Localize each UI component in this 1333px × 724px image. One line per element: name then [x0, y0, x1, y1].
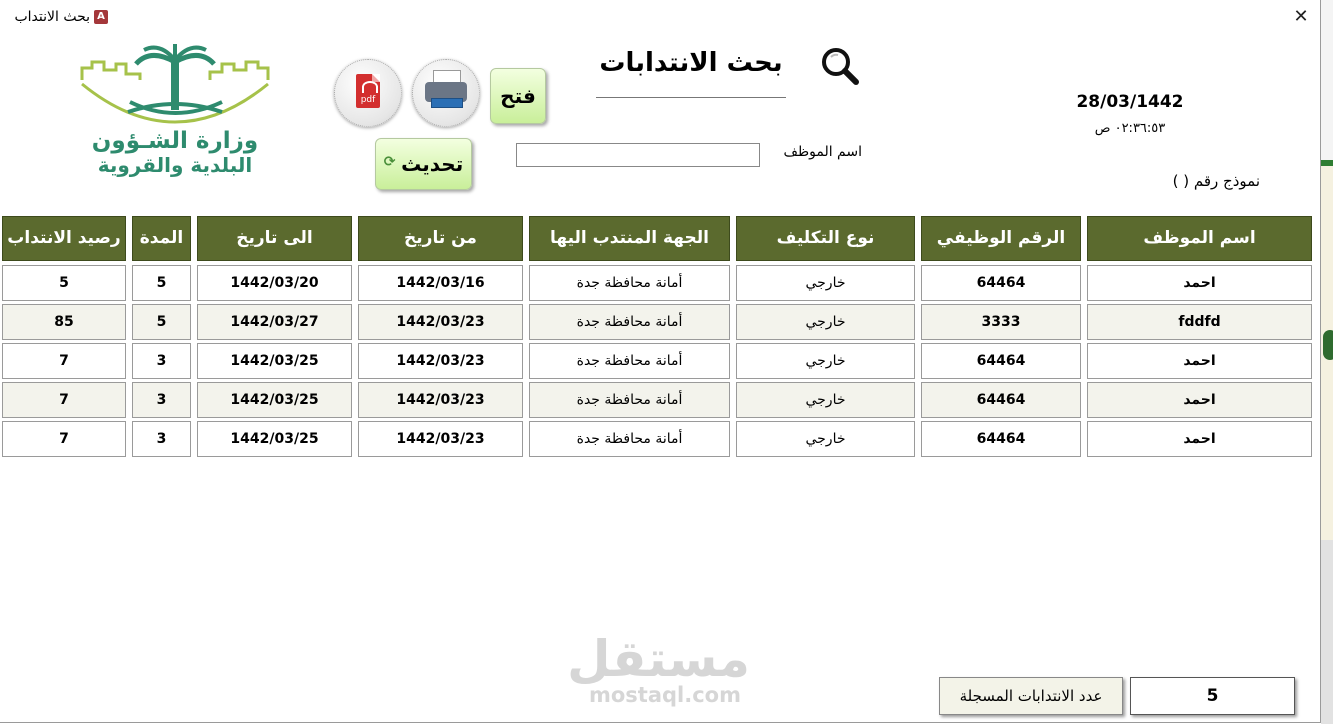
employee-name-label: اسم الموظف: [783, 144, 862, 160]
cell-to-date: 1442/03/20: [197, 265, 352, 301]
search-icon[interactable]: [820, 46, 860, 86]
cell-to-date: 1442/03/25: [197, 343, 352, 379]
refresh-button[interactable]: تحديث ⟳: [375, 138, 472, 190]
record-count-value: 5: [1130, 677, 1295, 715]
cell-from-date: 1442/03/23: [358, 304, 523, 340]
cell-employee-name: احمد: [1087, 421, 1312, 457]
hijri-date: 28/03/1442: [1076, 92, 1184, 112]
open-button[interactable]: فتح: [490, 68, 546, 124]
background-app-strip: [1321, 0, 1333, 724]
cell-employee-name: احمد: [1087, 265, 1312, 301]
cell-destination: أمانة محافظة جدة: [529, 304, 730, 340]
cell-to-date: 1442/03/25: [197, 382, 352, 418]
close-button[interactable]: ✕: [1290, 6, 1312, 28]
cell-duration: 5: [132, 304, 191, 340]
cell-duration: 3: [132, 343, 191, 379]
record-count-label: عدد الانتدابات المسجلة: [939, 677, 1123, 715]
cell-assignment-type: خارجي: [736, 343, 915, 379]
title-underline: [596, 97, 786, 98]
header-duration: المدة: [132, 216, 191, 261]
cell-duration: 3: [132, 421, 191, 457]
cell-assignment-type: خارجي: [736, 304, 915, 340]
pdf-icon: pdf: [356, 74, 380, 108]
cell-duration: 5: [132, 265, 191, 301]
window-title: بحث الانتداب: [14, 9, 90, 25]
cell-to-date: 1442/03/27: [197, 304, 352, 340]
header-destination: الجهة المنتدب اليها: [529, 216, 730, 261]
watermark-url: mostaql.com: [589, 683, 741, 707]
cell-assignment-type: خارجي: [736, 382, 915, 418]
print-button[interactable]: [412, 59, 480, 127]
access-app-icon: A: [94, 10, 108, 24]
main-window: A بحث الانتداب ✕ وزارة الشـؤون البلدية و…: [0, 0, 1321, 723]
pdf-export-button[interactable]: pdf: [334, 59, 402, 127]
cell-assignment-type: خارجي: [736, 265, 915, 301]
cell-destination: أمانة محافظة جدة: [529, 265, 730, 301]
cell-balance: 5: [2, 265, 126, 301]
header-assignment-type: نوع التكليف: [736, 216, 915, 261]
watermark-arabic: مستقل: [567, 630, 750, 688]
page-title: بحث الانتدابات: [599, 48, 783, 78]
cell-destination: أمانة محافظة جدة: [529, 343, 730, 379]
header-balance: رصيد الانتداب: [2, 216, 126, 261]
logo-text-line2: البلدية والقروية: [97, 153, 253, 177]
cell-from-date: 1442/03/23: [358, 343, 523, 379]
refresh-label: تحديث: [401, 152, 464, 176]
cell-employee-id: 64464: [921, 421, 1081, 457]
cell-employee-id: 64464: [921, 343, 1081, 379]
cell-balance: 85: [2, 304, 126, 340]
current-time: ٠٢:٣٦:٥٣ ص: [1094, 121, 1166, 136]
cell-employee-name: احمد: [1087, 382, 1312, 418]
cell-employee-id: 64464: [921, 265, 1081, 301]
title-bar: A بحث الانتداب ✕: [0, 0, 1320, 36]
form-number: نموذج رقم ( ): [1172, 172, 1260, 190]
employee-name-input[interactable]: [516, 143, 760, 167]
cell-to-date: 1442/03/25: [197, 421, 352, 457]
cell-from-date: 1442/03/23: [358, 421, 523, 457]
cell-employee-name: احمد: [1087, 343, 1312, 379]
header-employee-name: اسم الموظف: [1087, 216, 1312, 261]
cell-destination: أمانة محافظة جدة: [529, 382, 730, 418]
header-employee-id: الرقم الوظيفي: [921, 216, 1081, 261]
logo-text-line1: وزارة الشـؤون: [91, 128, 259, 154]
cell-from-date: 1442/03/23: [358, 382, 523, 418]
cell-employee-id: 3333: [921, 304, 1081, 340]
cell-balance: 7: [2, 382, 126, 418]
cell-employee-name: fddfd: [1087, 304, 1312, 340]
refresh-icon: ⟳: [383, 154, 396, 170]
cell-balance: 7: [2, 421, 126, 457]
cell-from-date: 1442/03/16: [358, 265, 523, 301]
cell-balance: 7: [2, 343, 126, 379]
header-to-date: الى تاريخ: [197, 216, 352, 261]
header-from-date: من تاريخ: [358, 216, 523, 261]
cell-duration: 3: [132, 382, 191, 418]
cell-assignment-type: خارجي: [736, 421, 915, 457]
cell-employee-id: 64464: [921, 382, 1081, 418]
cell-destination: أمانة محافظة جدة: [529, 421, 730, 457]
